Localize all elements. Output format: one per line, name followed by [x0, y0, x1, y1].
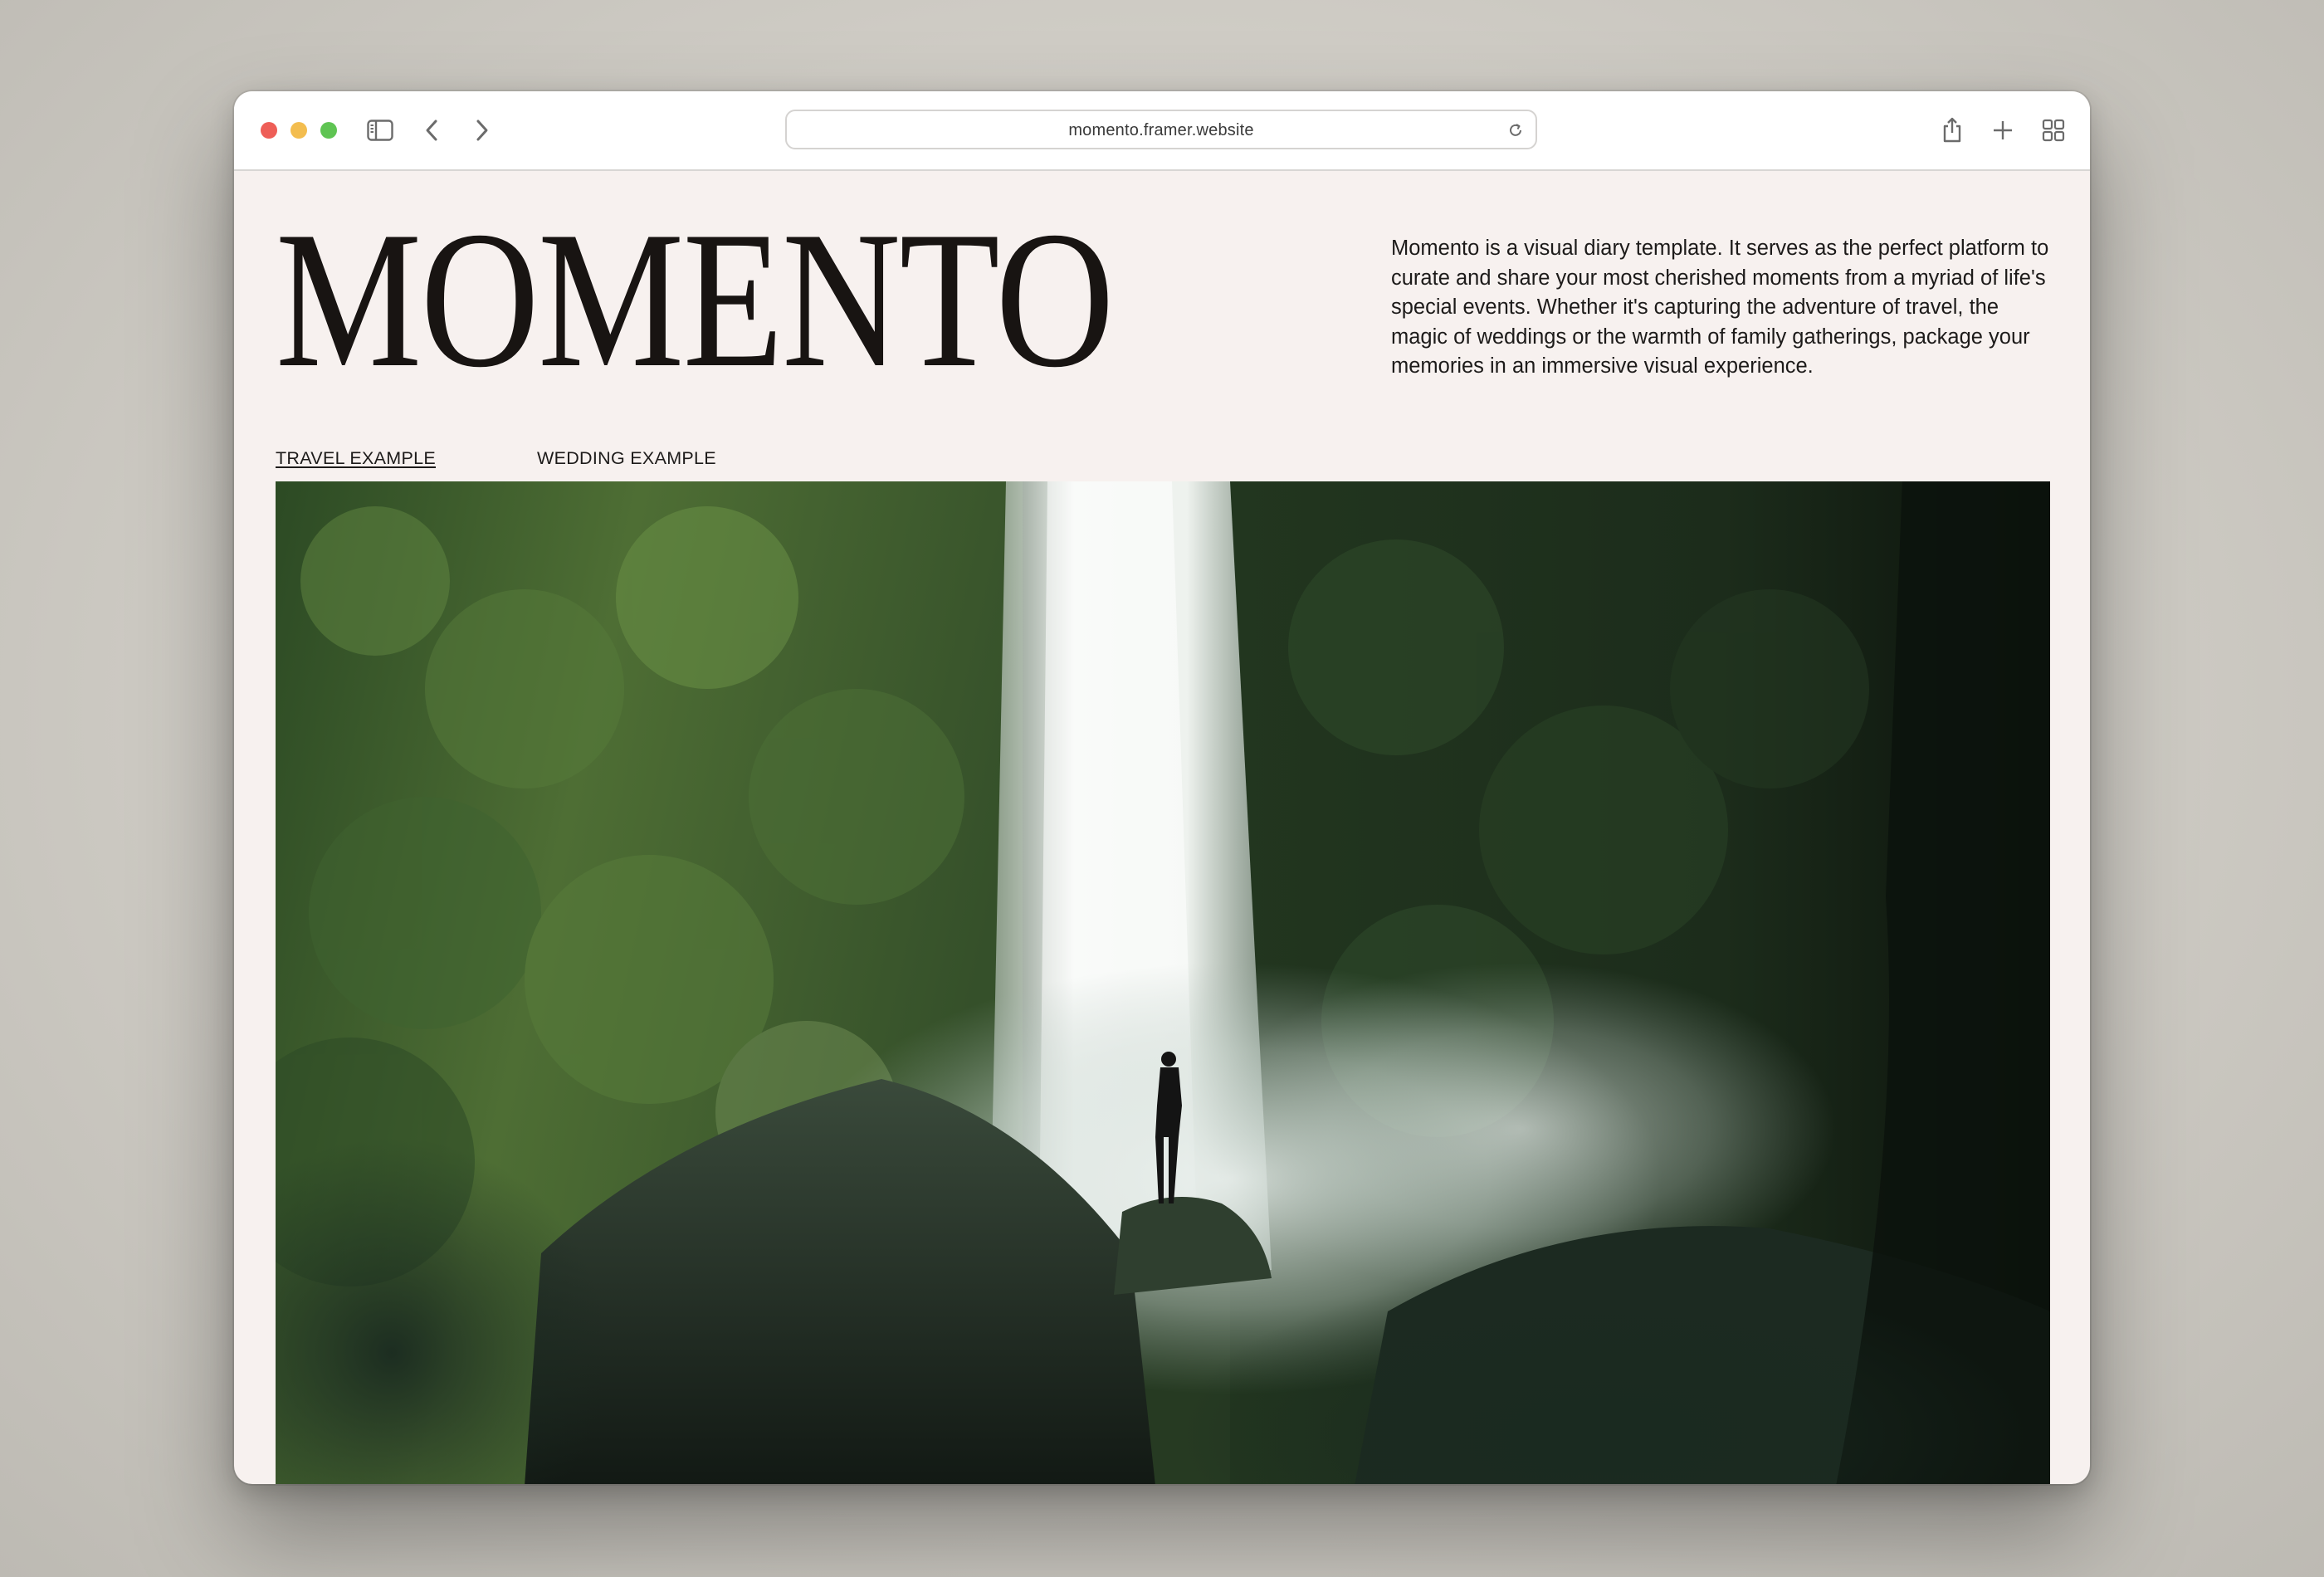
intro-paragraph: Momento is a visual diary template. It s…: [1391, 237, 2049, 378]
minimize-window-button[interactable]: [290, 122, 307, 139]
site-title: MOMENTO: [276, 192, 1115, 408]
browser-toolbar: momento.framer.website: [234, 91, 2090, 171]
browser-window: momento.framer.website MOMENTO Momento i…: [234, 91, 2090, 1484]
address-bar[interactable]: momento.framer.website: [785, 110, 1537, 149]
page-content: MOMENTO Momento is a visual diary templa…: [234, 171, 2090, 1484]
share-icon[interactable]: [1935, 113, 1970, 148]
hero-image: [276, 481, 2050, 1484]
url-text: momento.framer.website: [1068, 121, 1254, 139]
nav-travel-example[interactable]: TRAVEL EXAMPLE: [276, 448, 436, 469]
new-tab-plus-icon[interactable]: [1985, 113, 2020, 148]
forward-arrow-icon[interactable]: [465, 113, 500, 148]
nav-wedding-example[interactable]: WEDDING EXAMPLE: [537, 448, 716, 469]
tab-overview-icon[interactable]: [2036, 113, 2071, 148]
close-window-button[interactable]: [261, 122, 277, 139]
reload-icon[interactable]: [1506, 120, 1526, 140]
maximize-window-button[interactable]: [320, 122, 337, 139]
back-arrow-icon[interactable]: [414, 113, 449, 148]
sidebar-toggle-icon[interactable]: [363, 113, 398, 148]
